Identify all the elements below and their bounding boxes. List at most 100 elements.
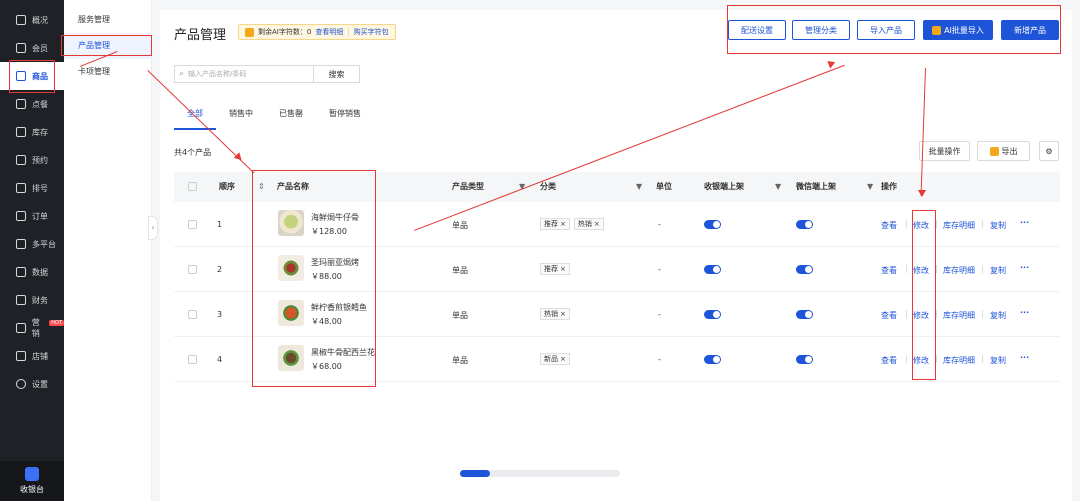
pos-shelf-toggle[interactable] [704,265,721,274]
grid-icon [16,15,26,25]
search-input[interactable]: ⌕ 输入产品名称/条码 [174,65,314,83]
copy-link[interactable]: 复制 [990,220,1006,231]
more-icon[interactable]: ··· [1020,218,1029,227]
view-link[interactable]: 查看 [881,265,897,276]
select-all-checkbox[interactable] [188,182,197,191]
pos-shelf-toggle[interactable] [704,355,721,364]
wechat-shelf-toggle[interactable] [796,220,813,229]
submenu-service-management[interactable]: 服务管理 [64,7,151,33]
close-icon[interactable]: × [594,220,600,228]
category-tag: 新品 × [540,353,570,365]
nav-orders[interactable]: 订单 [0,202,64,230]
more-icon[interactable]: ··· [1020,353,1029,362]
nav-data[interactable]: 数据 [0,258,64,286]
nav-multiplatform[interactable]: 多平台 [0,230,64,258]
category-tag: 热销 × [540,308,570,320]
close-icon[interactable]: × [560,220,566,228]
nav-settings[interactable]: 设置 [0,370,64,398]
pos-shelf-toggle[interactable] [704,220,721,229]
annotation-box-toolbar-buttons [727,5,1061,54]
header-unit: 单位 [656,182,672,191]
annotation-arrow-head [918,190,926,197]
submenu-card-management[interactable]: 卡项管理 [64,59,151,85]
ai-buy-link[interactable]: 购买字符包 [354,27,389,37]
tab-sold-out[interactable]: 已售罄 [266,102,316,130]
view-link[interactable]: 查看 [881,355,897,366]
wechat-shelf-toggle[interactable] [796,355,813,364]
nav-inventory[interactable]: 库存 [0,118,64,146]
filter-icon[interactable]: ▼ [867,172,873,202]
nav-marketing[interactable]: 营销 HOT [0,314,64,342]
cashier-button[interactable]: 收银台 [0,461,64,501]
row-checkbox[interactable] [188,310,197,319]
copy-link[interactable]: 复制 [990,310,1006,321]
close-icon[interactable]: × [560,265,566,273]
marketing-icon [16,323,26,333]
product-unit: - [658,310,661,319]
nav-queue[interactable]: 排号 [0,174,64,202]
gear-icon: ⚙ [1045,146,1053,156]
pos-shelf-toggle[interactable] [704,310,721,319]
annotation-box-product-name-column [252,170,376,387]
store-icon [16,351,26,361]
ai-view-detail-link[interactable]: 查看明细 [315,27,343,37]
product-unit: - [658,220,661,229]
stock-detail-link[interactable]: 库存明细 [943,355,975,366]
copy-link[interactable]: 复制 [990,355,1006,366]
product-type: 单品 [452,266,468,275]
collapse-sidebar-button[interactable]: ‹ [148,216,158,240]
batch-operation-button[interactable]: 批量操作 [919,141,970,161]
cashier-icon [25,467,39,481]
wechat-shelf-toggle[interactable] [796,265,813,274]
nav-overview[interactable]: 概况 [0,6,64,34]
close-icon[interactable]: × [560,355,566,363]
chart-icon [16,267,26,277]
header-order: 顺序 [219,182,235,191]
queue-icon [16,183,26,193]
nav-ordering[interactable]: 点餐 [0,90,64,118]
column-settings-button[interactable]: ⚙ [1039,141,1059,161]
product-count: 共4个产品 [174,148,212,157]
view-link[interactable]: 查看 [881,220,897,231]
tab-on-sale[interactable]: 销售中 [216,102,266,130]
annotation-box-product-management [61,35,152,56]
more-icon[interactable]: ··· [1020,308,1029,317]
filter-icon[interactable]: ▼ [636,172,642,202]
wechat-shelf-toggle[interactable] [796,310,813,319]
row-checkbox[interactable] [188,220,197,229]
settings-icon [16,379,26,389]
nav-reservation[interactable]: 预约 [0,146,64,174]
filter-icon[interactable]: ▼ [775,172,781,202]
category-tag: 热销 × [573,218,604,230]
status-tabs: 全部 销售中 已售罄 暂停销售 [174,102,374,132]
search-icon: ⌕ [179,69,185,79]
stock-detail-link[interactable]: 库存明细 [943,265,975,276]
page-title: 产品管理 [174,28,227,43]
nav-finance[interactable]: 财务 [0,286,64,314]
product-unit: - [658,355,661,364]
close-icon[interactable]: × [560,310,566,318]
row-order: 2 [217,265,223,274]
hot-badge: HOT [49,320,64,326]
category-tag: 推荐 × [540,218,570,230]
row-checkbox[interactable] [188,265,197,274]
product-type: 单品 [452,356,468,365]
scrollbar-thumb[interactable] [460,470,490,477]
row-checkbox[interactable] [188,355,197,364]
header-type: 产品类型 [452,182,484,191]
stock-detail-link[interactable]: 库存明细 [943,310,975,321]
export-button[interactable]: 导出 [977,141,1030,161]
more-icon[interactable]: ··· [1020,263,1029,272]
header-pos-shelf: 收银端上架 [704,182,744,191]
product-type: 单品 [452,221,468,230]
nav-member[interactable]: 会员 [0,34,64,62]
tab-paused[interactable]: 暂停销售 [316,102,374,130]
header-actions: 操作 [881,182,897,191]
copy-link[interactable]: 复制 [990,265,1006,276]
horizontal-scrollbar[interactable] [460,470,620,477]
nav-store[interactable]: 店铺 [0,342,64,370]
finance-icon [16,295,26,305]
stock-detail-link[interactable]: 库存明细 [943,220,975,231]
view-link[interactable]: 查看 [881,310,897,321]
search-button[interactable]: 搜索 [314,65,360,83]
